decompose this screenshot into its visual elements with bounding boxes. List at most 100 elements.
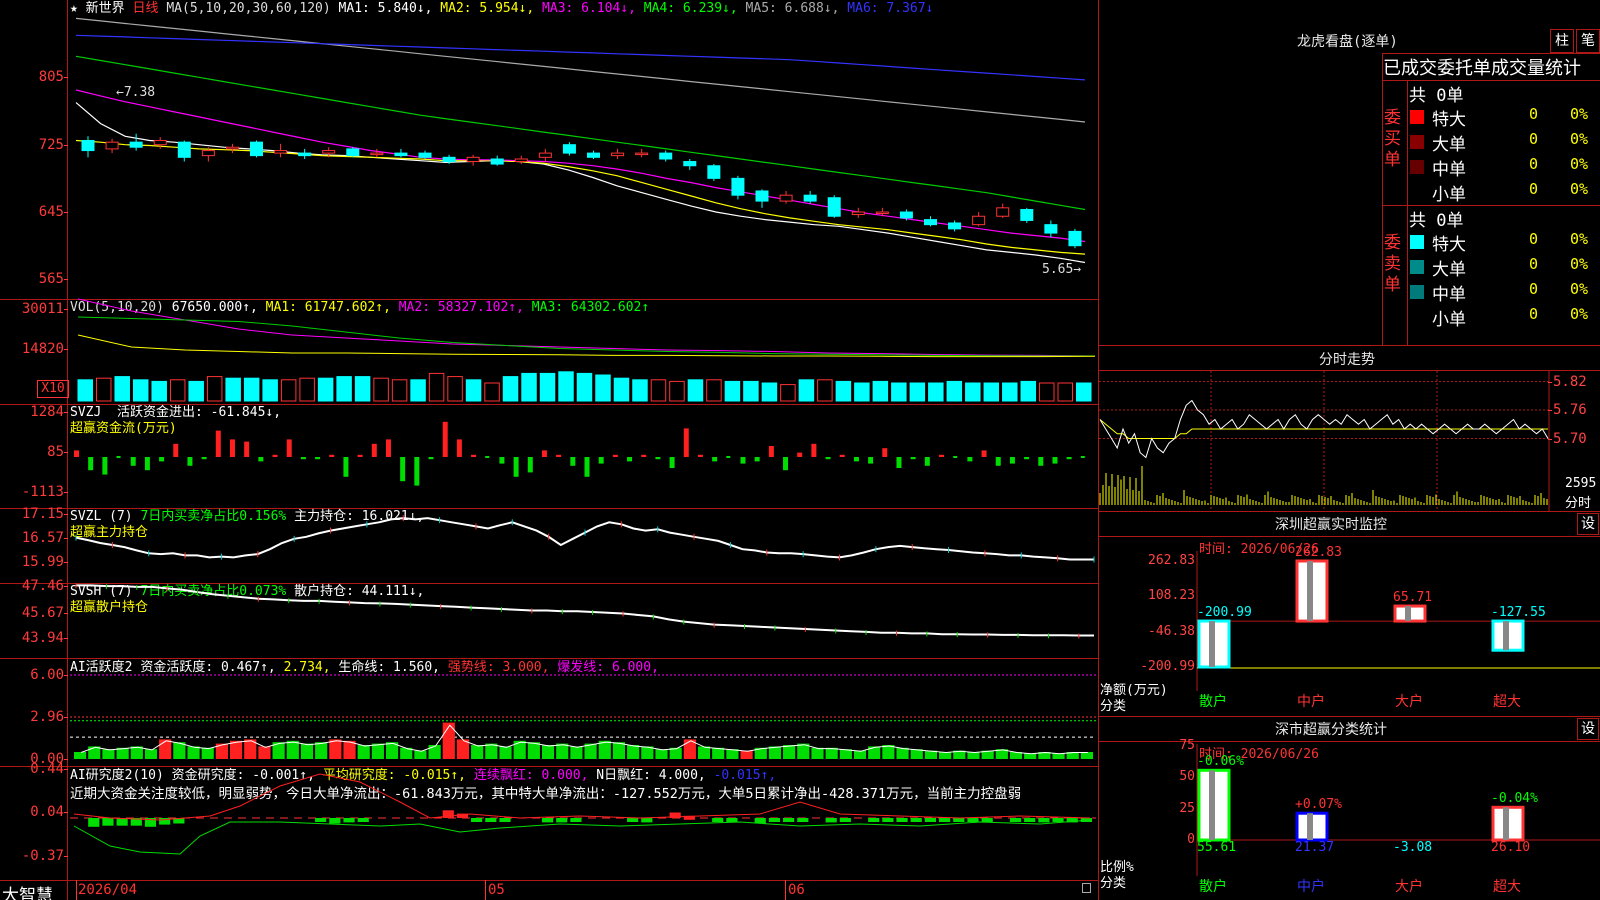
volume-bar: [891, 382, 907, 402]
flow-bar: [783, 457, 789, 471]
order-size-label: 大单: [1432, 135, 1466, 155]
volume-bar: [632, 379, 648, 402]
order-count: 0: [1529, 155, 1539, 173]
volume-bar: [983, 382, 1000, 402]
net-bar-shade: [1209, 621, 1215, 667]
activity-bar: [556, 743, 569, 759]
candle: [996, 207, 1010, 217]
volume-bar: [706, 379, 722, 402]
candle: [322, 150, 336, 154]
volume-ma-line: [77, 298, 1096, 357]
candle: [442, 156, 456, 163]
flow-bar: [471, 454, 477, 457]
volume-panel[interactable]: VOL(5,10,20) 67650.000↑, MA1: 61747.602↑…: [0, 298, 1098, 404]
flow-bar: [428, 457, 434, 460]
y-axis-label: 0: [1187, 832, 1195, 847]
legend-swatch: [1410, 135, 1424, 149]
bar-value-label: -3.08: [1393, 840, 1433, 855]
svzj-chart: [74, 421, 1085, 486]
ma10-line: [75, 139, 1086, 255]
volume-bar: [835, 380, 852, 402]
activity-bar: [471, 745, 484, 759]
candle: [635, 152, 649, 156]
legend-swatch: [1410, 110, 1424, 124]
candle: [875, 211, 889, 215]
flow-bar: [102, 457, 108, 475]
svsh-panel[interactable]: SVSH (7) 7日内买卖净占比0.073% 散户持仓: 44.111↓, 超…: [0, 578, 1098, 658]
flow-bar: [1024, 457, 1030, 460]
order-percent: 0%: [1570, 305, 1589, 323]
sz-class-panel[interactable]: 深市超赢分类统计 设 时间: 2026/06/26 比例% 分类 75 50 25 0…: [1099, 716, 1600, 900]
research-bar: [556, 818, 568, 823]
main-holding-line: [75, 517, 1094, 561]
research-green-line: [73, 819, 1091, 855]
category-label: 大户: [1395, 879, 1423, 895]
volume-bar: [299, 377, 315, 402]
intraday-panel[interactable]: 分时走势 5.82 5.76 5.70 2595 分时: [1099, 345, 1600, 511]
order-size-label: 特大: [1432, 235, 1466, 255]
ai-research-panel[interactable]: AI研究度2(10) 资金研究度: -0.001↑, 平均研究度: -0.015…: [0, 761, 1098, 880]
flow-bar: [1009, 457, 1015, 464]
category-label: 散户: [1199, 694, 1227, 710]
flow-bar: [910, 457, 916, 460]
sz-monitor-panel[interactable]: 深圳超赢实时监控 设 时间: 2026/06/26 净额(万元) 分类 262.…: [1099, 511, 1600, 716]
order-size-label: 小单: [1432, 185, 1466, 205]
y-axis-label: 25: [1179, 800, 1195, 816]
svzj-panel[interactable]: SVZJ 活跃资金进出: -61.845↓, 超赢资金流(万元) 1284 85-…: [0, 404, 1098, 508]
flow-bar: [442, 421, 448, 457]
intraday-vol-unit: 分时: [1565, 496, 1592, 511]
research-bar: [910, 818, 922, 822]
volume-bar: [502, 376, 519, 402]
candle: [153, 139, 167, 146]
candle: [948, 222, 962, 230]
volume-bar: [558, 371, 574, 402]
ai-activity-panel[interactable]: AI活跃度2 资金活跃度: 0.467↑, 2.734, 生命线: 1.560,…: [0, 658, 1098, 767]
order-stats-header: 已成交委托单成交量统计: [1383, 58, 1581, 79]
research-bar: [627, 818, 639, 822]
kline-panel[interactable]: ★ 新世界 日线 MA(5,10,20,30,60,120) MA1: 5.84…: [0, 0, 1098, 299]
y-axis-label: -200.99: [1140, 659, 1195, 674]
volume-chart: [77, 298, 1096, 402]
order-count: 0: [1529, 130, 1539, 148]
ai-activity-chart: [70, 674, 1096, 759]
volume-bar: [373, 377, 389, 402]
candle: [298, 152, 312, 157]
svzl-panel[interactable]: SVZL (7) 7日内买卖净占比0.156% 主力持仓: 16.021↓, 超…: [0, 506, 1098, 583]
flow-bar: [740, 457, 746, 464]
activity-bar: [286, 740, 299, 759]
research-bar: [939, 818, 951, 822]
date-label: 05: [488, 882, 505, 898]
candle: [466, 156, 480, 163]
low-price-label: 5.65→: [1042, 262, 1082, 277]
ratio-bar-shade: [1503, 807, 1509, 840]
activity-bar: [655, 749, 668, 759]
flow-bar: [173, 443, 179, 457]
activity-bar: [315, 742, 328, 759]
order-count: 0: [1529, 280, 1539, 298]
ma5-line: [75, 102, 1086, 264]
bar-mode-button[interactable]: 柱: [1550, 29, 1574, 53]
research-bar: [712, 818, 724, 822]
tick-mode-button[interactable]: 笔: [1576, 29, 1600, 53]
research-bar: [485, 818, 497, 822]
net-bar-shade: [1405, 606, 1411, 622]
research-bar: [797, 818, 809, 822]
legend-swatch: [1410, 285, 1424, 299]
bar-value-label: -127.55: [1491, 605, 1546, 621]
flow-bar: [485, 456, 490, 458]
candle: [129, 141, 143, 148]
ma20-line: [75, 89, 1086, 243]
y-axis-label: 75: [1179, 738, 1195, 753]
volume-bar: [243, 377, 260, 402]
lock-icon[interactable]: [1082, 883, 1091, 893]
y-axis-label: 5.76: [1553, 402, 1587, 418]
bar-change-label: -0.06%: [1197, 754, 1244, 770]
high-price-label: ←7.38: [116, 85, 156, 100]
candle: [562, 144, 576, 154]
flow-bar: [811, 443, 817, 457]
research-bar: [499, 818, 511, 822]
ratio-bar-shade: [1209, 770, 1215, 840]
candle: [394, 152, 408, 157]
activity-bar: [485, 743, 498, 759]
candle: [274, 150, 288, 154]
